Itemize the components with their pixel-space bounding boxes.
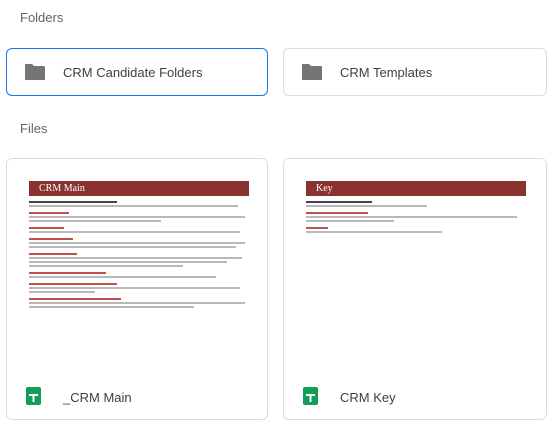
file-name: _CRM Main: [63, 390, 132, 405]
document-preview: CRM Main: [29, 181, 249, 308]
document-preview: Key: [306, 181, 526, 233]
google-sheets-icon: [26, 387, 41, 405]
document-text-lines: [306, 201, 526, 233]
file-thumbnail: Key: [284, 159, 546, 371]
file-crm-key[interactable]: Key CRM Key: [283, 158, 547, 420]
document-title-banner: Key: [306, 181, 526, 196]
folder-name: CRM Templates: [340, 65, 433, 80]
folder-icon: [25, 64, 45, 80]
file-thumbnail: CRM Main: [7, 159, 267, 371]
file-footer: _CRM Main: [7, 371, 267, 419]
folder-crm-templates[interactable]: CRM Templates: [283, 48, 547, 96]
files-section-label: Files: [20, 121, 48, 136]
google-sheets-icon: [303, 387, 318, 405]
document-title-banner: CRM Main: [29, 181, 249, 196]
file-name: CRM Key: [340, 390, 396, 405]
file-crm-main[interactable]: CRM Main _CRM Main: [6, 158, 268, 420]
folder-crm-candidate-folders[interactable]: CRM Candidate Folders: [6, 48, 268, 96]
folders-section-label: Folders: [20, 10, 64, 25]
folder-icon: [302, 64, 322, 80]
folder-name: CRM Candidate Folders: [63, 65, 203, 80]
document-text-lines: [29, 201, 249, 308]
file-footer: CRM Key: [284, 371, 546, 419]
